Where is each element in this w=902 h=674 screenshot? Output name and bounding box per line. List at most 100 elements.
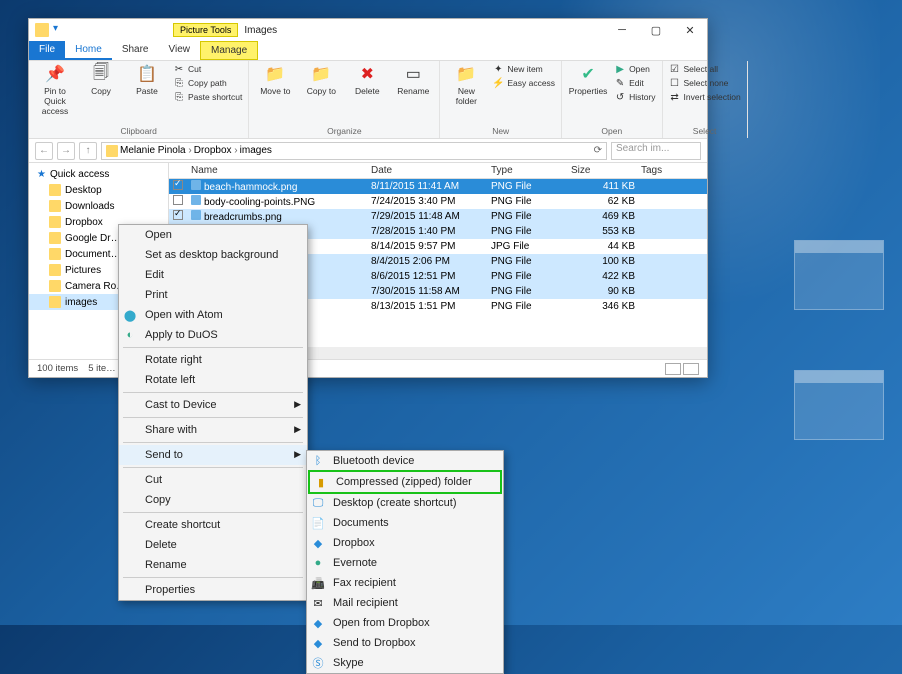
easy-access-button[interactable]: ⚡Easy access (492, 77, 555, 89)
col-type[interactable]: Type (491, 165, 571, 176)
select-none-button[interactable]: ☐Select none (669, 77, 741, 89)
copy-path-button[interactable]: ⎘Copy path (173, 77, 242, 89)
sendto-desktop[interactable]: 🖵Desktop (create shortcut) (307, 493, 503, 513)
sendto-fax[interactable]: 📠Fax recipient (307, 573, 503, 593)
tab-view[interactable]: View (159, 41, 201, 60)
ctx-rotate-right[interactable]: Rotate right (119, 350, 307, 370)
context-tab[interactable]: Picture Tools (173, 23, 238, 37)
tab-share[interactable]: Share (112, 41, 159, 60)
crumb[interactable]: Melanie Pinola (120, 145, 192, 156)
paste-shortcut-button[interactable]: ⎘Paste shortcut (173, 91, 242, 103)
tab-manage[interactable]: Manage (200, 41, 258, 60)
ctx-edit[interactable]: Edit (119, 265, 307, 285)
ctx-apply-duos[interactable]: ◐Apply to DuOS (119, 325, 307, 345)
crumb[interactable]: images (240, 145, 272, 156)
file-row[interactable]: body-cooling-points.PNG7/24/2015 3:40 PM… (169, 194, 707, 209)
sendto-skype[interactable]: ⓈSkype (307, 653, 503, 673)
checkbox[interactable] (173, 210, 183, 220)
col-name[interactable]: Name (191, 165, 371, 176)
sidebar-header[interactable]: ★Quick access (29, 167, 168, 182)
ctx-copy[interactable]: Copy (119, 490, 307, 510)
minimize-button[interactable]: ─ (605, 20, 639, 40)
tab-home[interactable]: Home (65, 41, 112, 60)
properties-button[interactable]: ✔Properties (568, 63, 608, 96)
ctx-cast[interactable]: Cast to Device▶ (119, 395, 307, 415)
column-headers[interactable]: Name Date Type Size Tags (169, 163, 707, 179)
sendto-open-dropbox[interactable]: ◆Open from Dropbox (307, 613, 503, 633)
ctx-open[interactable]: Open (119, 225, 307, 245)
back-button[interactable]: ← (35, 142, 53, 160)
edit-button[interactable]: ✎Edit (614, 77, 655, 89)
bluetooth-icon: ᛒ (311, 454, 325, 468)
file-row[interactable]: breadcrumbs.png7/29/2015 11:48 AMPNG Fil… (169, 209, 707, 224)
copy-button[interactable]: 🗐Copy (81, 63, 121, 96)
ctx-rotate-left[interactable]: Rotate left (119, 370, 307, 390)
paste-button[interactable]: 📋Paste (127, 63, 167, 96)
history-button[interactable]: ↺History (614, 91, 655, 103)
fax-icon: 📠 (311, 576, 325, 590)
ctx-rename[interactable]: Rename (119, 555, 307, 575)
maximize-button[interactable]: ▢ (639, 20, 673, 40)
ctx-create-shortcut[interactable]: Create shortcut (119, 515, 307, 535)
sidebar-item[interactable]: Downloads (29, 198, 168, 214)
close-button[interactable]: ✕ (673, 20, 707, 40)
sendto-evernote[interactable]: ●Evernote (307, 553, 503, 573)
delete-button[interactable]: ✖Delete (347, 63, 387, 96)
group-label: Select (669, 126, 741, 136)
sidebar-item[interactable]: Desktop (29, 182, 168, 198)
ribbon-tabs: File Home Share View Manage (29, 41, 707, 61)
forward-button[interactable]: → (57, 142, 75, 160)
ctx-set-background[interactable]: Set as desktop background (119, 245, 307, 265)
col-size[interactable]: Size (571, 165, 641, 176)
atom-icon: ⬤ (123, 308, 137, 322)
file-name: beach-hammock.png (191, 180, 371, 193)
ctx-delete[interactable]: Delete (119, 535, 307, 555)
crumb[interactable]: Dropbox (194, 145, 238, 156)
sendto-bluetooth[interactable]: ᛒBluetooth device (307, 451, 503, 471)
tab-file[interactable]: File (29, 41, 65, 60)
file-date: 8/14/2015 9:57 PM (371, 241, 491, 252)
up-button[interactable]: ↑ (79, 142, 97, 160)
qat-icon[interactable]: ▾ (53, 23, 67, 37)
sendto-send-dropbox[interactable]: ◆Send to Dropbox (307, 633, 503, 653)
chevron-right-icon: ▶ (294, 449, 301, 460)
select-all-button[interactable]: ☑Select all (669, 63, 741, 75)
easy-access-icon: ⚡ (492, 77, 504, 89)
refresh-icon[interactable]: ⟳ (594, 145, 602, 156)
copy-to-icon: 📁 (310, 63, 332, 85)
ctx-share-with[interactable]: Share with▶ (119, 420, 307, 440)
pin-button[interactable]: 📌Pin to Quick access (35, 63, 75, 116)
file-type: PNG File (491, 211, 571, 222)
cut-button[interactable]: ✂Cut (173, 63, 242, 75)
details-view-button[interactable] (665, 363, 681, 375)
new-folder-button[interactable]: 📁New folder (446, 63, 486, 106)
thumbnails-view-button[interactable] (683, 363, 699, 375)
sendto-mail[interactable]: ✉Mail recipient (307, 593, 503, 613)
ctx-print[interactable]: Print (119, 285, 307, 305)
image-file-icon (191, 180, 201, 190)
open-button[interactable]: ▶Open (614, 63, 655, 75)
chevron-right-icon: ▶ (294, 399, 301, 410)
ctx-cut[interactable]: Cut (119, 470, 307, 490)
checkbox[interactable] (173, 180, 183, 190)
ctx-open-with-atom[interactable]: ⬤Open with Atom (119, 305, 307, 325)
sendto-compressed-folder[interactable]: ▮Compressed (zipped) folder (308, 470, 502, 494)
rename-button[interactable]: ▭Rename (393, 63, 433, 96)
sendto-documents[interactable]: 📄Documents (307, 513, 503, 533)
breadcrumb[interactable]: Melanie Pinola Dropbox images ⟳ (101, 142, 607, 160)
ctx-properties[interactable]: Properties (119, 580, 307, 600)
invert-selection-button[interactable]: ⇄Invert selection (669, 91, 741, 103)
col-tags[interactable]: Tags (641, 165, 691, 176)
ctx-send-to[interactable]: Send to▶ (119, 445, 307, 465)
folder-icon (49, 296, 61, 308)
search-input[interactable]: Search im... (611, 142, 701, 160)
new-item-button[interactable]: ✦New item (492, 63, 555, 75)
folder-icon (35, 23, 49, 37)
checkbox[interactable] (173, 195, 183, 205)
sidebar-item-label: Google Dr… (65, 233, 121, 244)
sendto-dropbox[interactable]: ◆Dropbox (307, 533, 503, 553)
file-row[interactable]: beach-hammock.png8/11/2015 11:41 AMPNG F… (169, 179, 707, 194)
copy-to-button[interactable]: 📁Copy to (301, 63, 341, 96)
move-to-button[interactable]: 📁Move to (255, 63, 295, 96)
col-date[interactable]: Date (371, 165, 491, 176)
